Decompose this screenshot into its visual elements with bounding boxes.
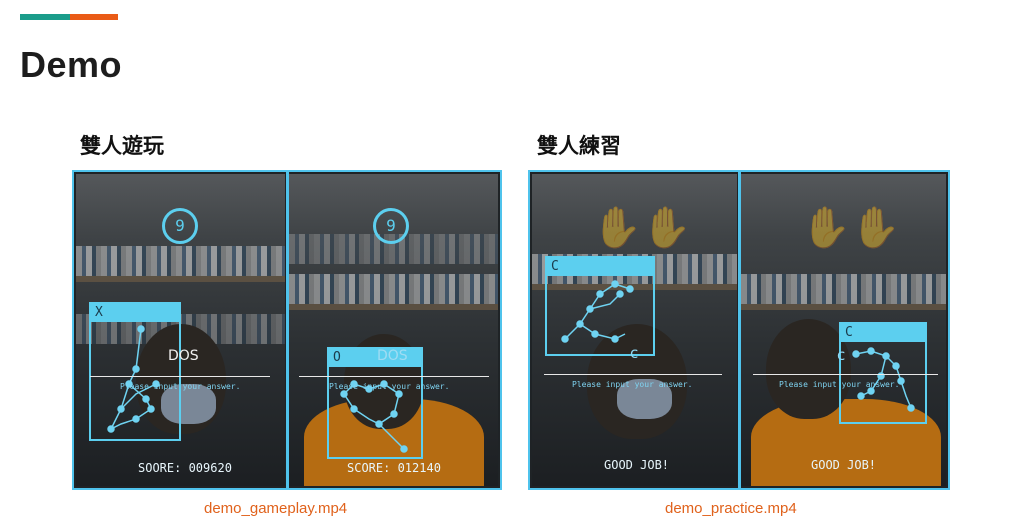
score-display: SCORE: 012140 [347,461,441,475]
countdown-timer: 9 [162,208,198,244]
bookshelf [741,274,946,304]
answer-prompt: Please input your answer. [120,382,241,391]
accent-bar-orange [70,14,118,20]
practice-left-pane: ✋✋ C c Please input your answer. GOOD JO… [532,174,737,486]
target-word: DOS [168,348,199,364]
gameplay-video[interactable]: 9 X DOS Please input your answer. SOORE:… [72,170,502,490]
status-message: GOOD JOB! [604,458,670,472]
gameplay-right-pane: 9 O DOS Please input your answer. SCORE:… [289,174,498,486]
answer-prompt: Please input your answer. [779,380,900,389]
shelf [741,304,946,310]
hand-hint-icon: ✋✋ [592,206,692,250]
gameplay-left-pane: 9 X DOS Please input your answer. SOORE:… [76,174,285,486]
hand-hint-icon: ✋✋ [801,206,901,250]
accent-bar-teal [20,14,70,20]
target-word: DOS [377,348,408,364]
box-letter-label: X [89,302,181,322]
section-title-gameplay: 雙人遊玩 [80,135,164,158]
answer-line [90,376,270,377]
sign-letter: c [837,346,846,364]
bookshelf [289,274,498,304]
video-caption-gameplay[interactable]: demo_gameplay.mp4 [204,500,347,517]
score-display: SOORE: 009620 [138,461,232,475]
hand-skeleton [561,280,634,343]
answer-line [753,374,938,375]
video-caption-practice[interactable]: demo_practice.mp4 [665,500,797,517]
status-message: GOOD JOB! [811,458,877,472]
answer-prompt: Please input your answer. [329,382,450,391]
answer-prompt: Please input your answer. [572,380,693,389]
box-letter-label: O [327,347,423,367]
practice-right-pane: ✋✋ C c Please input your answer. GOOD JO… [741,174,946,486]
sign-letter: c [630,344,639,362]
countdown-timer: 9 [373,208,409,244]
section-title-practice: 雙人練習 [537,135,621,158]
shelf [76,276,285,282]
box-letter-label: C [545,256,655,276]
answer-line [299,376,489,377]
hand-skeleton [107,325,160,433]
box-letter-label: C [839,322,927,342]
slide-title: Demo [20,44,123,85]
shelf [289,304,498,310]
answer-line [544,374,722,375]
practice-video[interactable]: ✋✋ C c Please input your answer. GOOD JO… [528,170,950,490]
bookshelf [76,246,285,276]
